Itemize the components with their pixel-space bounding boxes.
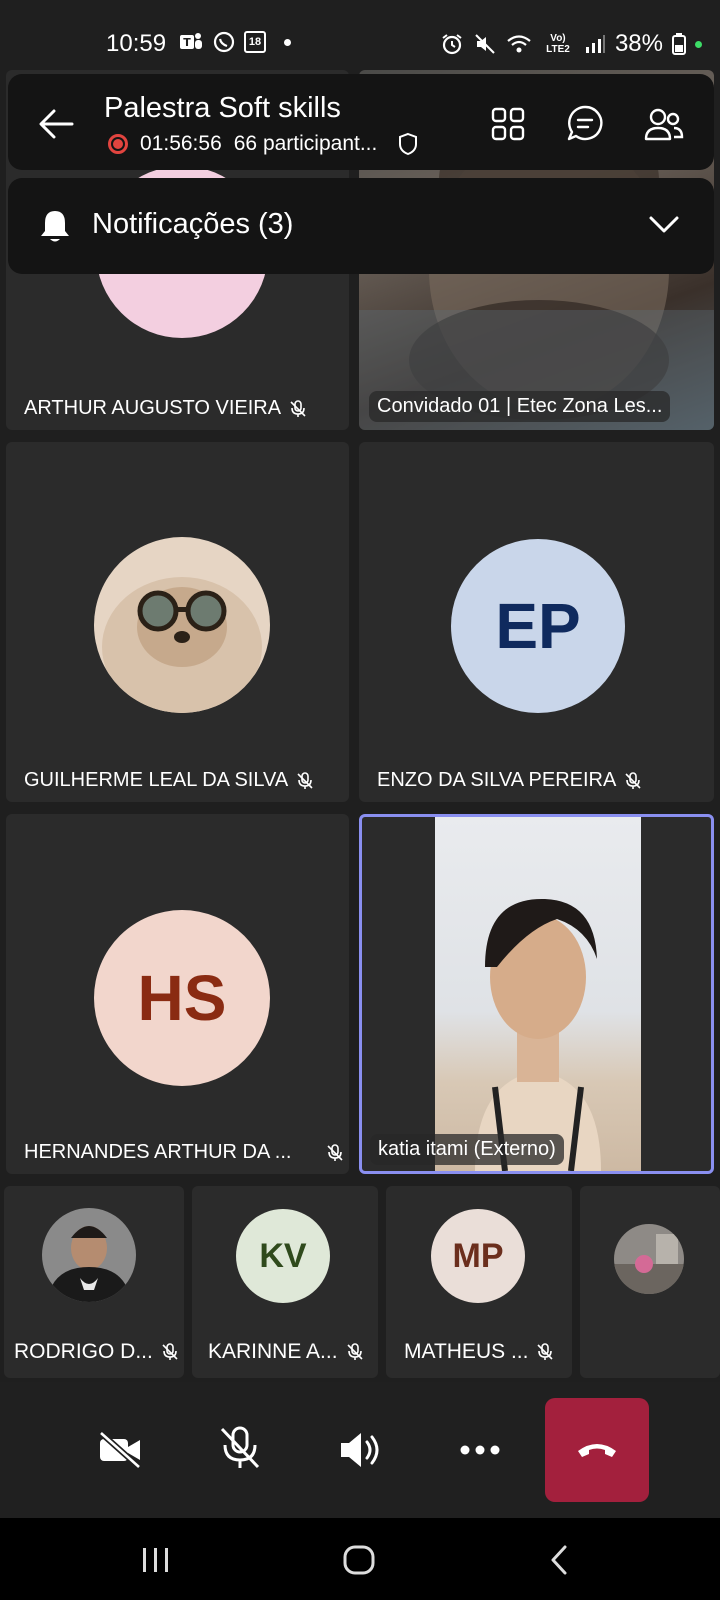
participant-name-label: Convidado 01 | Etec Zona Les... — [377, 395, 663, 417]
whatsapp-icon — [213, 31, 235, 53]
microphone-off-icon — [220, 1426, 260, 1469]
participant-name: HERNANDES ARTHUR DA ... — [24, 1141, 344, 1164]
back-icon[interactable] — [548, 1544, 570, 1576]
mic-off-button[interactable] — [210, 1418, 270, 1478]
participant-name: MATHEUS ... — [404, 1340, 554, 1364]
speaker-figure — [475, 898, 601, 1171]
participant-name-label: GUILHERME LEAL DA SILVA — [24, 769, 289, 791]
camera-off-button[interactable] — [90, 1420, 150, 1480]
notification-icons: T 18 — [178, 30, 291, 54]
clock: 10:59 — [106, 30, 167, 57]
participant-count[interactable]: 66 participant... — [234, 132, 378, 156]
strip-participant-tile[interactable] — [580, 1186, 720, 1378]
participant-name-label: HERNANDES ARTHUR DA ... — [24, 1141, 292, 1163]
more-dots-icon — [460, 1445, 500, 1455]
participant-name-label: RODRIGO D... — [14, 1340, 153, 1363]
recording-icon — [108, 134, 128, 154]
more-notifications-dot — [284, 38, 291, 46]
mic-off-icon — [327, 1143, 343, 1161]
svg-text:T: T — [183, 36, 191, 49]
system-icons: Vo) LTE2 38% — [440, 30, 702, 58]
battery-icon — [672, 33, 686, 55]
profile-photo — [42, 1208, 136, 1302]
speaker-icon — [341, 1433, 379, 1467]
avatar-initials: EP — [495, 590, 581, 662]
avatar: MP — [431, 1209, 525, 1303]
avatar: KV — [236, 1209, 330, 1303]
mic-off-icon — [346, 1343, 363, 1360]
hang-up-button[interactable] — [545, 1398, 649, 1502]
meeting-duration: 01:56:56 — [140, 132, 222, 155]
active-speaker-tile[interactable]: katia itami (Externo) — [359, 814, 714, 1174]
avatar-initials: HS — [137, 962, 227, 1034]
participants-icon[interactable] — [644, 106, 684, 142]
avatar: EP — [451, 539, 625, 713]
speaker-button[interactable] — [330, 1420, 390, 1480]
avatar-initials: KV — [259, 1236, 307, 1275]
participant-name: RODRIGO D... — [14, 1340, 179, 1364]
mic-off-icon — [625, 771, 641, 789]
hang-up-icon — [578, 1444, 616, 1457]
layout-grid-icon[interactable] — [490, 106, 526, 142]
camera-off-icon — [98, 1430, 142, 1470]
participant-name: GUILHERME LEAL DA SILVA — [24, 769, 314, 792]
active-indicator — [695, 40, 702, 48]
recents-icon[interactable] — [140, 1545, 172, 1575]
shield-icon — [399, 132, 418, 156]
signal-icon — [585, 35, 605, 53]
home-icon[interactable] — [342, 1544, 376, 1576]
participant-name-label: katia itami (Externo) — [378, 1138, 556, 1160]
mute-icon — [475, 34, 495, 54]
chat-icon[interactable] — [566, 104, 604, 142]
profile-photo — [614, 1224, 684, 1294]
strip-participant-tile[interactable]: KV KARINNE A... — [192, 1186, 378, 1378]
participant-video — [435, 817, 641, 1171]
mic-off-icon — [290, 399, 306, 417]
profile-photo — [94, 537, 270, 713]
wifi-icon — [507, 35, 531, 53]
participant-tile[interactable]: EP ENZO DA SILVA PEREIRA — [359, 442, 714, 802]
participant-tile[interactable]: GUILHERME LEAL DA SILVA — [6, 442, 349, 802]
participant-name-label: ENZO DA SILVA PEREIRA — [377, 769, 617, 791]
participant-name-label: KARINNE A... — [208, 1340, 338, 1363]
participant-name: ENZO DA SILVA PEREIRA — [377, 769, 642, 792]
avatar-initials: MP — [452, 1236, 504, 1275]
mic-off-icon — [162, 1343, 178, 1360]
more-options-button[interactable] — [450, 1420, 510, 1480]
mic-off-icon — [537, 1343, 554, 1360]
meeting-meta: 01:56:56 66 participant... — [108, 132, 419, 156]
avatar: HS — [94, 910, 270, 1086]
chevron-down-icon[interactable] — [648, 214, 680, 236]
participant-name: KARINNE A... — [208, 1340, 364, 1364]
participant-name: ARTHUR AUGUSTO VIEIRA — [24, 397, 307, 420]
back-arrow-icon[interactable] — [38, 108, 74, 140]
calendar-icon: 18 — [244, 31, 266, 53]
bell-icon — [41, 211, 69, 242]
notifications-label: Notificações (3) — [92, 208, 294, 240]
network-type: Vo) LTE2 — [546, 33, 570, 55]
mic-off-icon — [297, 771, 313, 789]
participant-name: katia itami (Externo) — [370, 1134, 564, 1165]
strip-participant-tile[interactable]: MP MATHEUS ... — [386, 1186, 572, 1378]
strip-participant-tile[interactable]: RODRIGO D... — [4, 1186, 184, 1378]
teams-icon: T — [180, 33, 202, 49]
alarm-icon — [442, 34, 462, 55]
meeting-title: Palestra Soft skills — [104, 92, 341, 124]
battery-percent: 38% — [614, 30, 663, 57]
participant-tile[interactable]: HS HERNANDES ARTHUR DA ... — [6, 814, 349, 1174]
participant-name-label: MATHEUS ... — [404, 1340, 529, 1363]
participant-name: Convidado 01 | Etec Zona Les... — [369, 391, 671, 422]
participant-name-label: ARTHUR AUGUSTO VIEIRA — [24, 397, 282, 419]
